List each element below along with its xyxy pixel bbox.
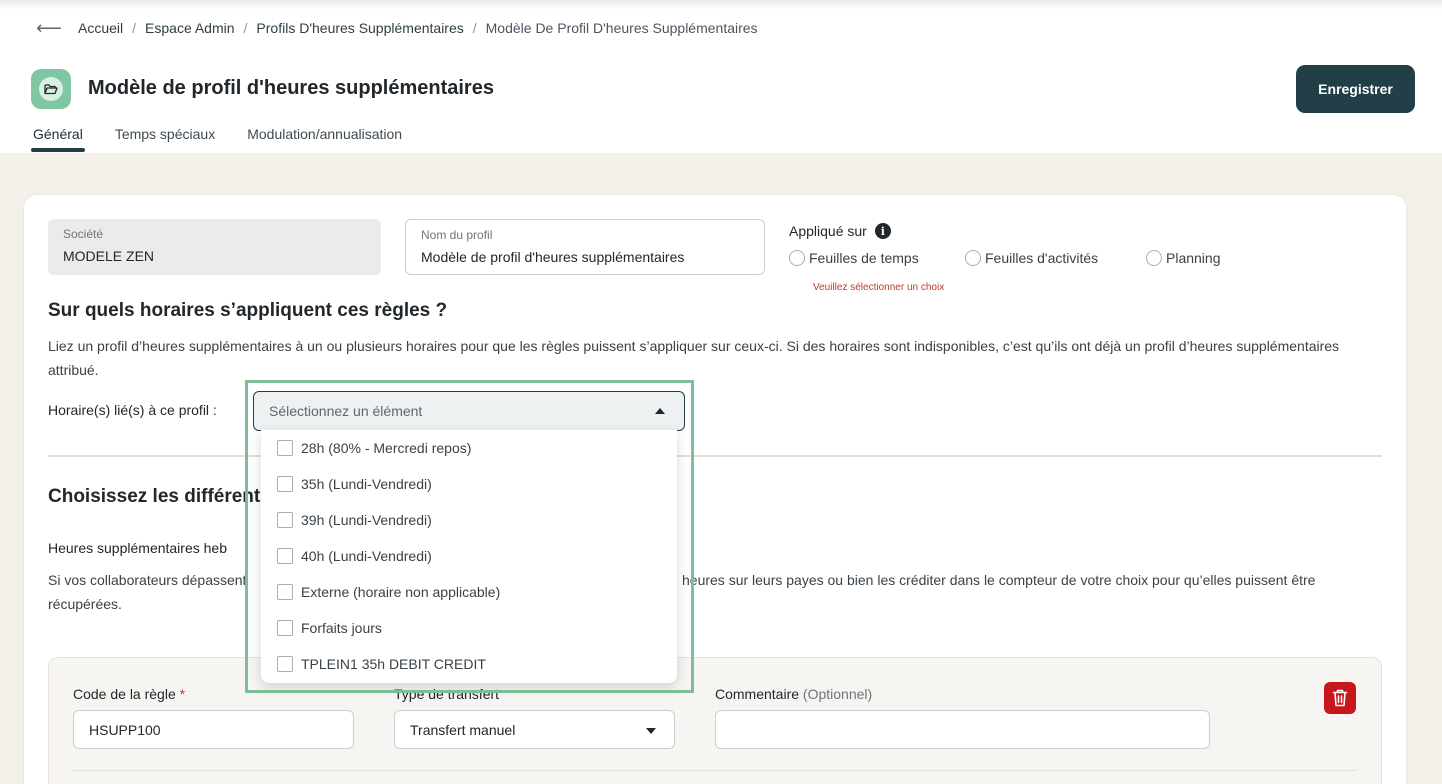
breadcrumb-item-admin[interactable]: Espace Admin	[145, 20, 235, 36]
breadcrumb-separator: /	[132, 20, 137, 36]
breadcrumb: ⟵ Accueil / Espace Admin / Profils D'heu…	[36, 18, 758, 38]
delete-rule-button[interactable]	[1324, 682, 1356, 714]
rules-description-left: Si vos collaborateurs dépassent	[48, 572, 247, 588]
caret-down-icon	[646, 728, 656, 734]
radio-activity-sheets[interactable]: Feuilles d'activités	[965, 250, 1098, 266]
applied-on-label-text: Appliqué sur	[789, 223, 867, 239]
breadcrumb-separator: /	[243, 20, 248, 36]
rule-code-value: HSUPP100	[89, 722, 161, 738]
highlight-frame	[245, 380, 694, 693]
rule-code-label-text: Code de la règle	[73, 686, 176, 702]
profile-name-label: Nom du profil	[421, 228, 493, 242]
back-arrow-icon[interactable]: ⟵	[36, 18, 62, 39]
radio-timesheets-label: Feuilles de temps	[809, 250, 919, 266]
schedules-heading: Sur quels horaires s’appliquent ces règl…	[48, 300, 448, 321]
radio-planning[interactable]: Planning	[1146, 250, 1221, 266]
rule-code-input[interactable]: HSUPP100	[73, 710, 354, 749]
tab-modulation[interactable]: Modulation/annualisation	[245, 126, 404, 153]
breadcrumb-item-home[interactable]: Accueil	[78, 20, 123, 36]
comment-label-text: Commentaire	[715, 686, 800, 702]
profile-name-input[interactable]: Nom du profil Modèle de profil d'heures …	[405, 219, 765, 275]
rules-description-line2: récupérées.	[48, 596, 122, 612]
comment-input[interactable]	[715, 710, 1210, 749]
comment-label: Commentaire (Optionnel)	[715, 686, 872, 702]
save-button[interactable]: Enregistrer	[1296, 65, 1415, 113]
rules-heading: Choisissez les différente	[48, 486, 271, 507]
company-value: MODELE ZEN	[63, 248, 155, 264]
required-mark: *	[179, 686, 186, 702]
radio-circle[interactable]	[965, 250, 981, 266]
tab-special-times[interactable]: Temps spéciaux	[113, 126, 217, 153]
info-icon[interactable]: i	[874, 223, 891, 239]
radio-circle[interactable]	[789, 250, 805, 266]
breadcrumb-separator: /	[472, 20, 477, 36]
trash-icon	[1332, 689, 1348, 707]
breadcrumb-item-current: Modèle De Profil D'heures Supplémentaire…	[485, 20, 758, 36]
transfer-type-value: Transfert manuel	[410, 722, 516, 738]
profile-name-value: Modèle de profil d'heures supplémentaire…	[421, 249, 685, 265]
company-field: Société MODELE ZEN	[48, 219, 381, 275]
tab-general[interactable]: Général	[31, 126, 85, 153]
page-title: Modèle de profil d'heures supplémentaire…	[88, 77, 494, 99]
radio-planning-label: Planning	[1166, 250, 1221, 266]
applied-on-label: Appliqué sur i	[789, 223, 891, 239]
schedules-select-label: Horaire(s) lié(s) à ce profil :	[48, 402, 217, 418]
radio-activity-sheets-label: Feuilles d'activités	[985, 250, 1099, 266]
folder-open-icon	[31, 69, 71, 109]
rules-subheading: Heures supplémentaires heb	[48, 540, 227, 556]
comment-optional-text: (Optionnel)	[802, 686, 873, 702]
applied-on-error: Veuillez sélectionner un choix	[813, 282, 945, 293]
radio-timesheets[interactable]: Feuilles de temps	[789, 250, 919, 266]
breadcrumb-item-profiles[interactable]: Profils D'heures Supplémentaires	[256, 20, 463, 36]
rule-divider	[73, 770, 1357, 771]
transfer-type-select[interactable]: Transfert manuel	[394, 710, 675, 749]
rules-description-right: heures sur leurs payes ou bien les crédi…	[682, 572, 1316, 588]
top-shadow	[0, 0, 1442, 10]
schedules-description: Liez un profil d’heures supplémentaires …	[48, 338, 1340, 378]
tab-bar: Général Temps spéciaux Modulation/annual…	[31, 126, 432, 153]
company-label: Société	[63, 227, 104, 241]
rule-code-label: Code de la règle *	[73, 686, 185, 702]
radio-circle[interactable]	[1146, 250, 1162, 266]
